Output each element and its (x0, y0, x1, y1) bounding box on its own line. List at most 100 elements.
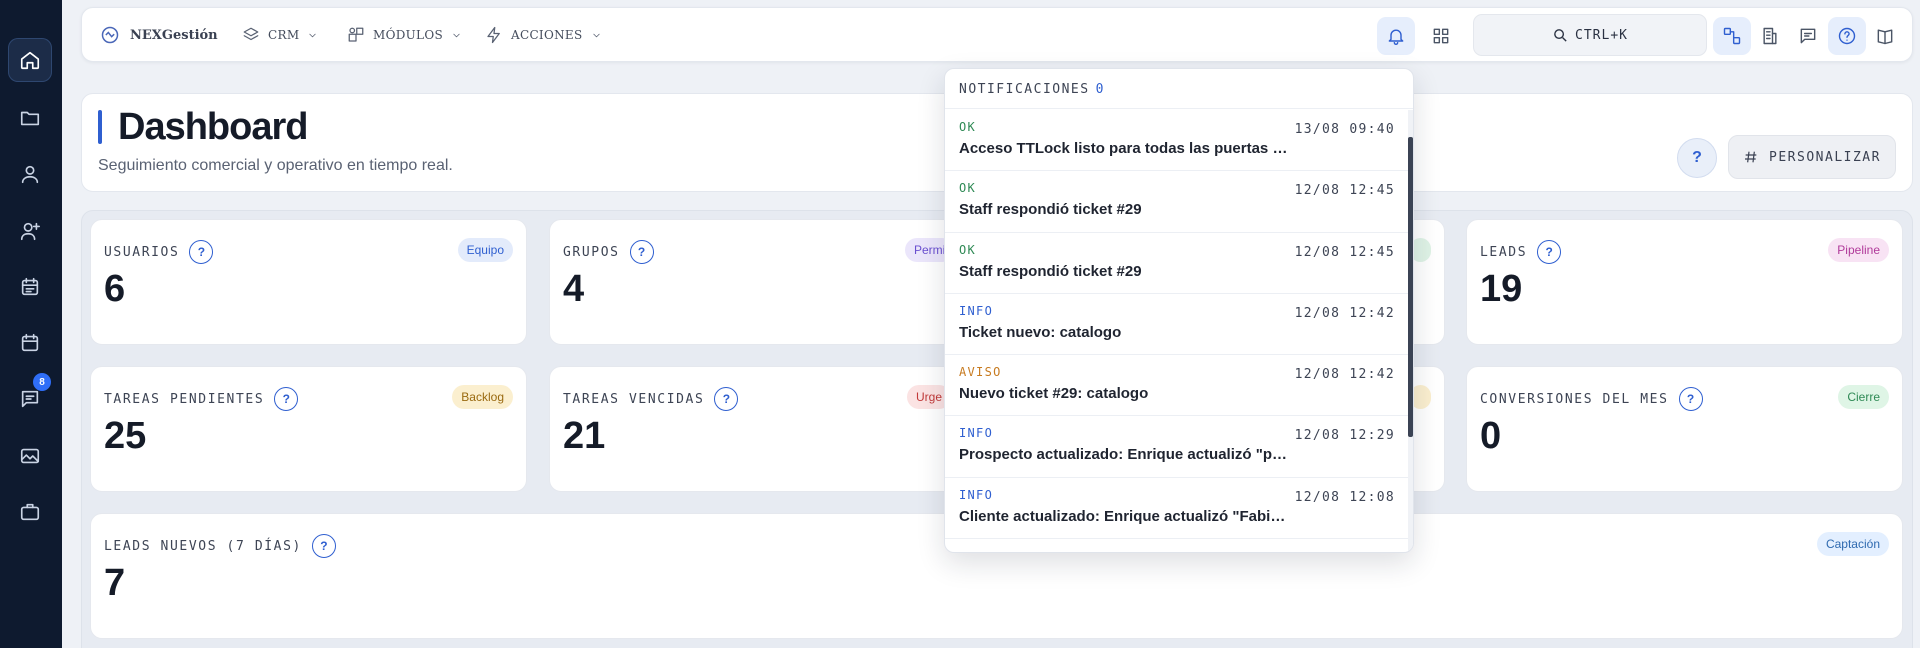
stat-card-tareas-vencidas[interactable]: TAREAS VENCIDAS? 21 Urge (549, 366, 986, 492)
book-open-icon (1877, 29, 1893, 45)
chevron-down-icon (309, 33, 317, 37)
company-button[interactable] (1751, 17, 1789, 55)
brand[interactable]: NEXGestión (100, 25, 218, 45)
stat-tag: Backlog (452, 385, 513, 409)
stat-value: 25 (104, 415, 147, 457)
info-badge[interactable]: ? (189, 240, 214, 264)
stat-label: CONVERSIONES DEL MES? (1480, 387, 1703, 411)
search-icon (1554, 28, 1567, 42)
notification-item[interactable]: INFO 12/08 12:29 Prospecto actualizado: … (945, 416, 1411, 478)
notification-text: Staff respondió ticket #29 (959, 262, 1142, 280)
top-navbar: NEXGestión CRM MÓDULOS ACCIONES CTRL+K (81, 7, 1913, 62)
notification-time: 12/08 12:42 (1294, 305, 1395, 321)
notification-item[interactable]: OK 12/08 12:45 Staff respondió ticket #2… (945, 233, 1411, 294)
notification-text: Staff respondió ticket #29 (959, 201, 1142, 219)
notifications-header: NOTIFICACIONES 0 (945, 69, 1413, 109)
message-icon (21, 390, 39, 408)
info-badge[interactable]: ? (629, 240, 654, 264)
bolt-icon (487, 26, 500, 44)
nav-menu-modulos-label: MÓDULOS (373, 28, 443, 42)
stat-card-usuarios[interactable]: USUARIOS? 6 Equipo (90, 219, 527, 345)
shapes-icon (348, 27, 364, 42)
notification-item[interactable]: AVISO 12/08 12:42 Nuevo ticket #29: cata… (945, 355, 1411, 417)
stat-label: TAREAS VENCIDAS? (563, 387, 739, 411)
sidebar-item-add-user[interactable] (8, 209, 52, 253)
notifications-dropdown: NOTIFICACIONES 0 OK 13/08 09:40 Acceso TT… (944, 68, 1414, 553)
notification-text: Ticket nuevo: catalogo (959, 323, 1122, 341)
page-subtitle: Seguimiento comercial y operativo en tie… (98, 157, 453, 174)
title-accent (98, 110, 102, 144)
sidebar-item-folders[interactable] (8, 96, 52, 140)
stat-tag: Equipo (457, 238, 513, 262)
stat-card-grupos[interactable]: GRUPOS? 4 Permi (549, 219, 986, 345)
notification-time: 12/08 12:45 (1294, 244, 1395, 260)
notification-time: 12/08 12:45 (1294, 183, 1395, 199)
stat-label: TAREAS PENDIENTES? (104, 387, 299, 411)
sidebar-item-home[interactable] (8, 38, 52, 82)
notification-time: 12/08 12:29 (1294, 428, 1395, 444)
notification-text: Cliente actualizado: Enrique actualizó "… (959, 507, 1289, 525)
brand-name: NEXGestión (130, 27, 218, 43)
brand-logo-icon (101, 26, 119, 44)
stat-value: 21 (563, 415, 606, 457)
nav-menu-acciones-label: ACCIONES (511, 28, 583, 42)
stat-value: 0 (1480, 415, 1502, 457)
user-plus-icon (20, 222, 40, 241)
notification-item[interactable]: INFO 12/08 12:08 Cliente actualizado: En… (945, 478, 1411, 540)
nav-menu-acciones[interactable]: ACCIONES (485, 26, 602, 44)
info-badge[interactable]: ? (1678, 387, 1703, 411)
notification-item[interactable]: INFO 12/08 12:42 Ticket nuevo: catalogo (945, 294, 1411, 356)
stat-value: 4 (563, 268, 585, 310)
stat-label: LEADS NUEVOS (7 DÍAS)? (104, 534, 336, 558)
sidebar-item-messages[interactable]: 8 (8, 373, 52, 421)
notifications-scroll-thumb[interactable] (1408, 137, 1413, 437)
notification-text: Nuevo ticket #29: catalogo (959, 385, 1149, 403)
info-badge[interactable]: ? (274, 387, 299, 411)
info-badge[interactable]: ? (1537, 240, 1562, 264)
notification-item[interactable]: OK 13/08 09:40 Acceso TTLock listo para … (945, 110, 1411, 172)
help-button[interactable] (1828, 17, 1866, 55)
nav-menu-crm[interactable]: CRM (242, 26, 318, 44)
sidebar-item-gallery[interactable] (8, 434, 52, 478)
stat-tag: Cierre (1838, 385, 1889, 409)
calendar-list-icon (21, 277, 39, 296)
sidebar-item-users[interactable] (8, 152, 52, 196)
bell-icon (1388, 29, 1404, 45)
notifications-count: 0 (1095, 82, 1105, 97)
stat-label: USUARIOS? (104, 240, 214, 264)
search-button[interactable]: CTRL+K (1473, 14, 1707, 56)
notification-time: 12/08 12:08 (1294, 489, 1395, 505)
nav-menu-modulos[interactable]: MÓDULOS (347, 26, 462, 44)
hash-icon (1745, 151, 1757, 163)
notification-time: 12/08 12:42 (1294, 367, 1395, 383)
image-icon (20, 448, 40, 464)
apps-button[interactable] (1422, 17, 1460, 55)
stat-card-conversiones[interactable]: CONVERSIONES DEL MES? 0 Cierre (1466, 366, 1903, 492)
chat-button[interactable] (1789, 17, 1827, 55)
stat-card-tareas-pendientes[interactable]: TAREAS PENDIENTES? 25 Backlog (90, 366, 527, 492)
info-badge[interactable]: ? (714, 387, 739, 411)
stat-value: 19 (1480, 268, 1523, 310)
notifications-button[interactable] (1377, 17, 1415, 55)
stat-card-leads[interactable]: LEADS? 19 Pipeline (1466, 219, 1903, 345)
info-badge[interactable]: ? (311, 534, 336, 558)
panel-toggle-button[interactable] (1866, 17, 1904, 55)
notification-item[interactable]: OK 12/08 12:45 Staff respondió ticket #2… (945, 171, 1411, 233)
page-help-button[interactable]: ? (1677, 138, 1717, 178)
stat-label: LEADS? (1480, 240, 1562, 264)
sidebar: 8 (0, 0, 62, 648)
chevron-down-icon (453, 33, 460, 37)
sidebar-item-calendar[interactable] (8, 321, 52, 365)
notifications-list: OK 13/08 09:40 Acceso TTLock listo para … (945, 110, 1411, 540)
notification-text: Prospecto actualizado: Enrique actualizó… (959, 446, 1289, 464)
folder-icon (20, 111, 40, 126)
user-icon (21, 165, 39, 184)
customize-button[interactable]: PERSONALIZAR (1728, 135, 1896, 179)
stat-value: 6 (104, 268, 126, 310)
sidebar-item-projects[interactable] (8, 490, 52, 534)
workflow-button[interactable] (1713, 17, 1751, 55)
sidebar-item-agenda[interactable] (8, 265, 52, 309)
notification-text: Acceso TTLock listo para todas las puert… (959, 140, 1289, 157)
nav-menu-crm-label: CRM (268, 28, 300, 42)
chevron-down-icon (592, 33, 600, 37)
